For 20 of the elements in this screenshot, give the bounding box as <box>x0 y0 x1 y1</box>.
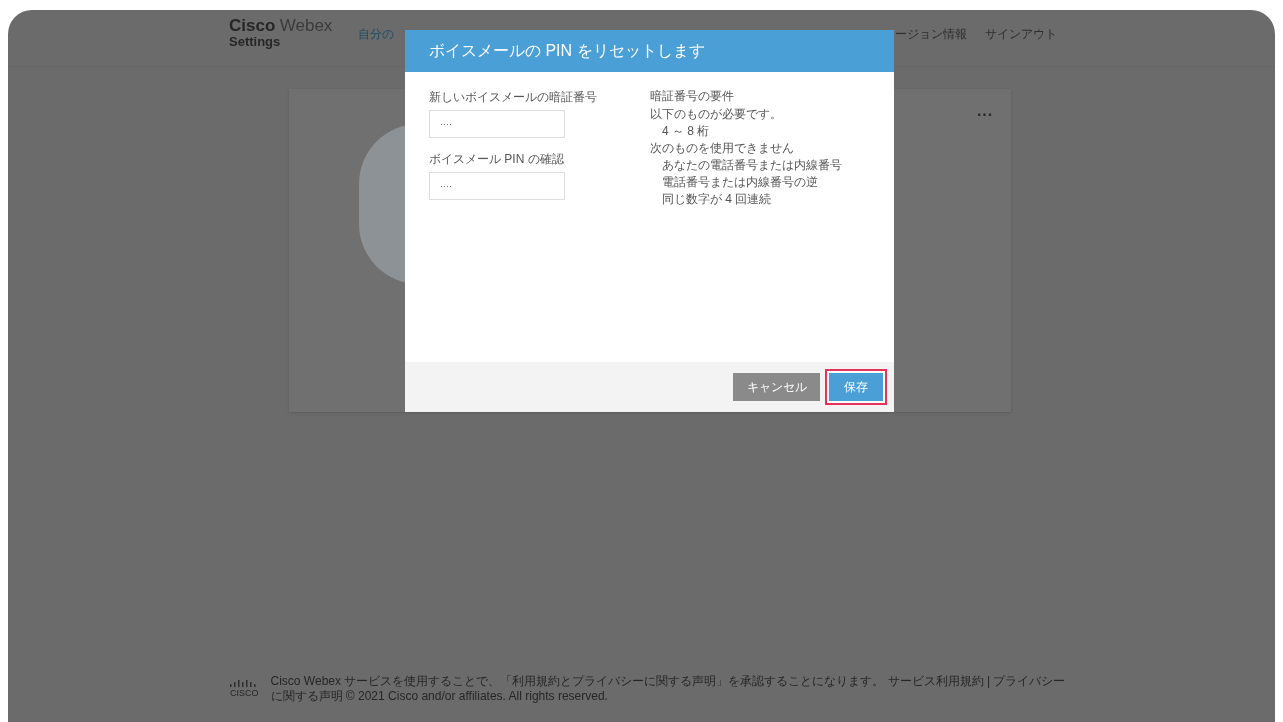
requirements-title: 暗証番号の要件 <box>650 88 735 105</box>
brand-name: Cisco <box>229 16 276 35</box>
cisco-logo: CISCO <box>230 688 259 698</box>
footer-text: Cisco Webex サービスを使用することで、「利用規約とプライバシーに関する声明」を承認することになります。 サービス利用規約 | プライバシーに関する声明 © 2021 Cisco and/or affiliates. All rights reserved. <box>270 674 1067 704</box>
requirement-item: 電話番号または内線番号の逆 <box>661 174 819 191</box>
cancel-button[interactable]: キャンセル <box>733 373 820 401</box>
pin-input-field[interactable]: ···· <box>429 172 565 200</box>
app-subtitle: Settings <box>229 34 282 50</box>
requirement-text: 以下のものが必要です。 <box>650 106 783 123</box>
field-label: ボイスメール PIN の確認 <box>429 151 565 168</box>
requirement-item: 4 ～ 8 桁 <box>661 123 711 140</box>
requirement-item: あなたの電話番号または内線番号 <box>661 157 842 174</box>
pin-input-field[interactable]: ···· <box>429 110 565 138</box>
requirement-item: 同じ数字が 4 回連続 <box>661 191 773 208</box>
field-label: 新しいボイスメールの暗証番号 <box>429 89 598 106</box>
bars-icon <box>230 680 259 688</box>
requirement-text: 次のものを使用できません <box>650 140 795 157</box>
dialog-title: ボイスメールの PIN をリセットします <box>405 30 894 72</box>
more-menu-icon[interactable]: ··· <box>977 103 993 127</box>
nav-link[interactable]: 自分の <box>358 25 394 43</box>
